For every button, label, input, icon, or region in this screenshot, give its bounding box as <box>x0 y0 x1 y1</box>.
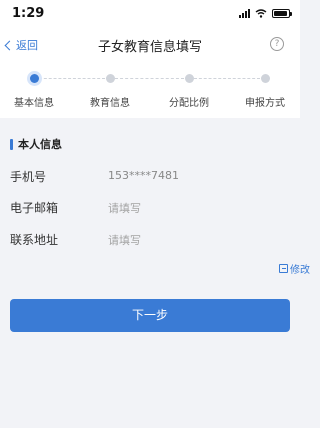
edit-button[interactable]: 修改 <box>279 261 310 276</box>
email-row[interactable]: 电子邮箱 请填写 <box>10 199 290 219</box>
step-connector <box>194 78 260 79</box>
step-connector <box>115 78 184 79</box>
page-title: 子女教育信息填写 <box>97 40 202 55</box>
email-field[interactable]: 请填写 <box>108 200 141 216</box>
status-bar: 1:29 <box>0 0 300 26</box>
email-label: 电子邮箱 <box>10 201 59 215</box>
help-icon[interactable]: ? <box>270 37 284 51</box>
phone-label: 手机号 <box>10 170 47 184</box>
section-accent-bar <box>10 138 13 150</box>
nav-bar: 返回 子女教育信息填写 ? <box>0 26 300 64</box>
edit-label: 修改 <box>290 265 310 276</box>
step-dot-basic-info <box>30 74 39 83</box>
step-dot-declaration-method <box>261 74 270 83</box>
next-button[interactable]: 下一步 <box>10 299 290 332</box>
status-icons <box>239 8 292 18</box>
step-dot-allocation-ratio <box>185 74 194 83</box>
phone-row: 手机号 153****7481 <box>10 168 290 188</box>
edit-icon <box>279 264 288 273</box>
section-header: 本人信息 <box>10 136 62 152</box>
step-indicator: 基本信息 教育信息 分配比例 申报方式 <box>0 64 300 118</box>
address-field[interactable]: 请填写 <box>108 232 141 248</box>
address-label: 联系地址 <box>10 233 59 247</box>
address-row[interactable]: 联系地址 请填写 <box>10 231 290 251</box>
step-dot-education-info <box>106 74 115 83</box>
section-title: 本人信息 <box>18 138 62 151</box>
step-label-education-info: 教育信息 <box>90 98 130 109</box>
wifi-icon <box>255 8 267 18</box>
signal-icon <box>239 8 250 18</box>
phone-value: 153****7481 <box>108 169 179 182</box>
step-label-declaration-method: 申报方式 <box>245 98 285 109</box>
step-label-basic-info: 基本信息 <box>14 98 54 109</box>
step-label-allocation-ratio: 分配比例 <box>169 98 209 109</box>
status-time: 1:29 <box>12 6 45 21</box>
battery-icon <box>272 8 292 18</box>
step-connector <box>39 78 105 79</box>
